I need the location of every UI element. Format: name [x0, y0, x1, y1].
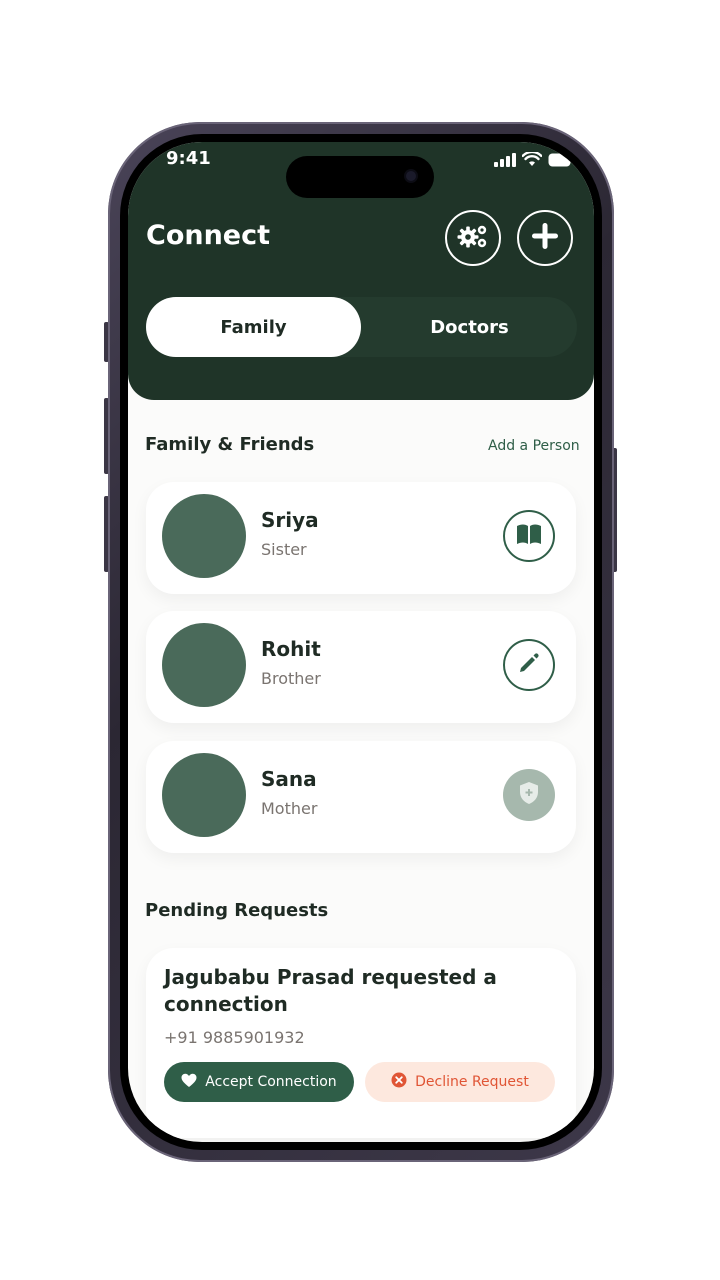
book-icon — [516, 523, 542, 549]
accept-label: Accept Connection — [205, 1074, 337, 1090]
person-card[interactable]: Sana Mother — [146, 741, 576, 853]
decline-request-button[interactable]: Decline Request — [365, 1062, 555, 1102]
decline-label: Decline Request — [415, 1074, 529, 1090]
person-action-button[interactable] — [503, 769, 555, 821]
person-name: Sriya — [261, 508, 319, 532]
tab-bar: Family Doctors — [146, 297, 577, 357]
person-relation: Brother — [261, 669, 321, 688]
battery-icon — [548, 152, 574, 171]
avatar — [162, 494, 246, 578]
person-action-button[interactable] — [503, 510, 555, 562]
gears-icon — [456, 222, 490, 254]
phone-screen: 9:41 Connect Family Doctors Family & Fri… — [128, 142, 594, 1142]
person-card[interactable]: Rohit Brother — [146, 611, 576, 723]
request-phone: +91 9885901932 — [164, 1028, 305, 1047]
request-card: Jagubabu Prasad requested a connection +… — [146, 948, 576, 1138]
request-message: Jagubabu Prasad requested a connection — [164, 965, 497, 1016]
add-person-link[interactable]: Add a Person — [488, 438, 580, 454]
accept-connection-button[interactable]: Accept Connection — [164, 1062, 354, 1102]
person-name: Sana — [261, 767, 317, 791]
person-action-button[interactable] — [503, 639, 555, 691]
wifi-icon — [521, 150, 543, 171]
pencil-icon — [517, 651, 541, 679]
avatar — [162, 623, 246, 707]
shield-icon — [518, 781, 540, 809]
tab-doctors[interactable]: Doctors — [362, 297, 577, 357]
x-circle-icon — [391, 1072, 407, 1092]
person-name: Rohit — [261, 637, 321, 661]
plus-icon — [530, 221, 560, 255]
settings-button[interactable] — [445, 210, 501, 266]
tab-family[interactable]: Family — [146, 297, 361, 357]
pending-section-title: Pending Requests — [145, 900, 329, 921]
person-relation: Mother — [261, 799, 318, 818]
page-title: Connect — [146, 220, 271, 251]
family-section-title: Family & Friends — [145, 434, 315, 455]
status-time: 9:41 — [166, 148, 211, 169]
person-card[interactable]: Sriya Sister — [146, 482, 576, 594]
header: 9:41 Connect Family Doctors — [128, 142, 594, 400]
avatar — [162, 753, 246, 837]
camera-icon — [406, 171, 416, 181]
signal-icon — [494, 152, 516, 171]
person-relation: Sister — [261, 540, 307, 559]
add-button[interactable] — [517, 210, 573, 266]
heart-icon — [181, 1073, 197, 1092]
status-icons — [494, 150, 574, 171]
dynamic-island — [286, 156, 434, 198]
